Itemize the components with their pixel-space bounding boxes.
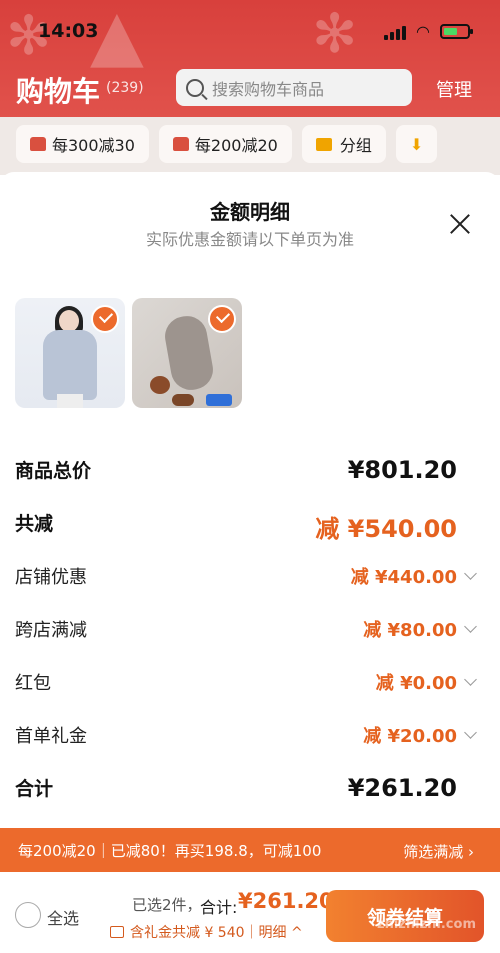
figure-legs — [57, 394, 83, 408]
figure-face — [59, 310, 79, 332]
chip-discount-200[interactable]: 每200减20 — [158, 125, 292, 163]
row-value: 减 ¥20.00 — [363, 726, 457, 747]
row-value: 减 ¥80.00 — [363, 620, 457, 641]
product-thumbnail[interactable] — [15, 298, 125, 408]
row-label: 合计 — [15, 778, 54, 800]
promo-text: 每200减20｜已减80！再买198.8，可减100 — [18, 841, 322, 860]
row-label: 首单礼金 — [15, 726, 87, 747]
row-label: 共减 — [15, 513, 54, 535]
status-time: 14:03 — [38, 20, 99, 42]
chip-group[interactable]: 分组 — [301, 125, 386, 163]
search-icon — [186, 78, 204, 97]
coupon-icon — [30, 137, 46, 151]
chip-discount-300[interactable]: 每300减30 — [16, 125, 149, 163]
amount-detail-sheet: 金额明细 实际优惠金额请以下单页为准 商品总价 ¥801.20 共减 减 ¥54… — [0, 172, 500, 953]
wifi-icon: ◠ — [416, 22, 430, 41]
chip-label: 分组 — [339, 136, 372, 155]
coat-shape — [43, 330, 97, 400]
row-value: ¥801.20 — [347, 456, 457, 484]
selected-count: 已选2件， — [132, 896, 202, 914]
watermark: zhizhizhi.com — [377, 917, 476, 932]
chevron-down-icon — [464, 726, 477, 739]
arrow-down-icon: ⬇ — [409, 134, 424, 154]
row-label: 店铺优惠 — [15, 567, 87, 588]
row-value: ¥261.20 — [347, 774, 457, 802]
row-cross-shop[interactable]: 跨店满减 减 ¥80.00 — [15, 616, 485, 646]
gift-detail-link[interactable]: 含礼金共减 ¥ 540｜明细 ^ — [110, 922, 303, 942]
row-label: 红包 — [15, 673, 51, 694]
filter-chips: 每300减30 每200减20 分组 ⬇ — [0, 117, 500, 175]
gift-text: 含礼金共减 ¥ 540｜明细 ^ — [130, 925, 303, 941]
search-placeholder: 搜索购物车商品 — [212, 79, 325, 99]
chip-label: 每200减20 — [194, 136, 278, 155]
row-label: 跨店满减 — [15, 620, 87, 641]
battery-icon — [440, 24, 473, 39]
manage-button[interactable]: 管理 — [436, 76, 472, 102]
check-icon[interactable] — [208, 305, 236, 333]
status-bar: 14:03 ◠ — [0, 16, 500, 46]
check-icon[interactable] — [91, 305, 119, 333]
product-thumbnail[interactable] — [132, 298, 242, 408]
folder-icon — [315, 137, 332, 151]
row-red-packet[interactable]: 红包 减 ¥0.00 — [15, 669, 485, 699]
cart-count: (239) — [106, 80, 144, 96]
filter-discount-link[interactable]: 筛选满减 › — [403, 841, 474, 862]
total-label: 合计: — [200, 898, 238, 917]
row-total-discount: 共减 减 ¥540.00 — [15, 509, 485, 543]
chip-label: 每300减30 — [52, 136, 135, 155]
bear-decor — [172, 394, 194, 406]
row-item-total: 商品总价 ¥801.20 — [15, 456, 485, 486]
chevron-down-icon — [464, 567, 477, 580]
row-value: 减 ¥440.00 — [350, 567, 457, 588]
row-value: 减 ¥540.00 — [315, 515, 457, 543]
search-input[interactable]: 搜索购物车商品 — [176, 69, 412, 106]
coupon-icon — [172, 137, 189, 151]
chevron-down-icon — [464, 673, 477, 686]
row-grand-total: 合计 ¥261.20 — [15, 774, 485, 804]
chevron-down-icon — [464, 620, 477, 633]
row-first-order-gift[interactable]: 首单礼金 减 ¥20.00 — [15, 722, 485, 752]
page-title: 购物车 — [16, 75, 101, 108]
promo-bar[interactable]: 每200减20｜已减80！再买198.8，可减100 筛选满减 › — [0, 828, 500, 872]
sheet-title: 金额明细 — [210, 200, 290, 224]
checkout-bar: 全选 已选2件， 合计: ¥261.20 含礼金共减 ¥ 540｜明细 ^ 领券… — [0, 872, 500, 953]
bear-decor — [150, 376, 170, 394]
sock-shape — [161, 312, 217, 394]
row-value: 减 ¥0.00 — [375, 673, 457, 694]
row-label: 商品总价 — [15, 460, 92, 482]
chip-more[interactable]: ⬇ — [395, 125, 438, 163]
tag-decor — [206, 394, 232, 406]
total-value: ¥261.20 — [238, 889, 334, 913]
cart-header: ✻ ✻ ▲ 14:03 ◠ 购物车 (239) 搜索购物车商品 管理 每300减… — [0, 0, 500, 175]
select-all-label[interactable]: 全选 — [47, 905, 79, 929]
signal-icon — [384, 24, 407, 40]
sheet-subtitle: 实际优惠金额请以下单页为准 — [145, 230, 354, 249]
select-all-radio[interactable] — [15, 902, 41, 928]
gift-icon — [110, 926, 124, 938]
checkout-button[interactable]: 领券结算 zhizhizhi.com — [326, 890, 484, 942]
close-icon[interactable] — [448, 212, 472, 236]
row-shop-discount[interactable]: 店铺优惠 减 ¥440.00 — [15, 563, 485, 593]
